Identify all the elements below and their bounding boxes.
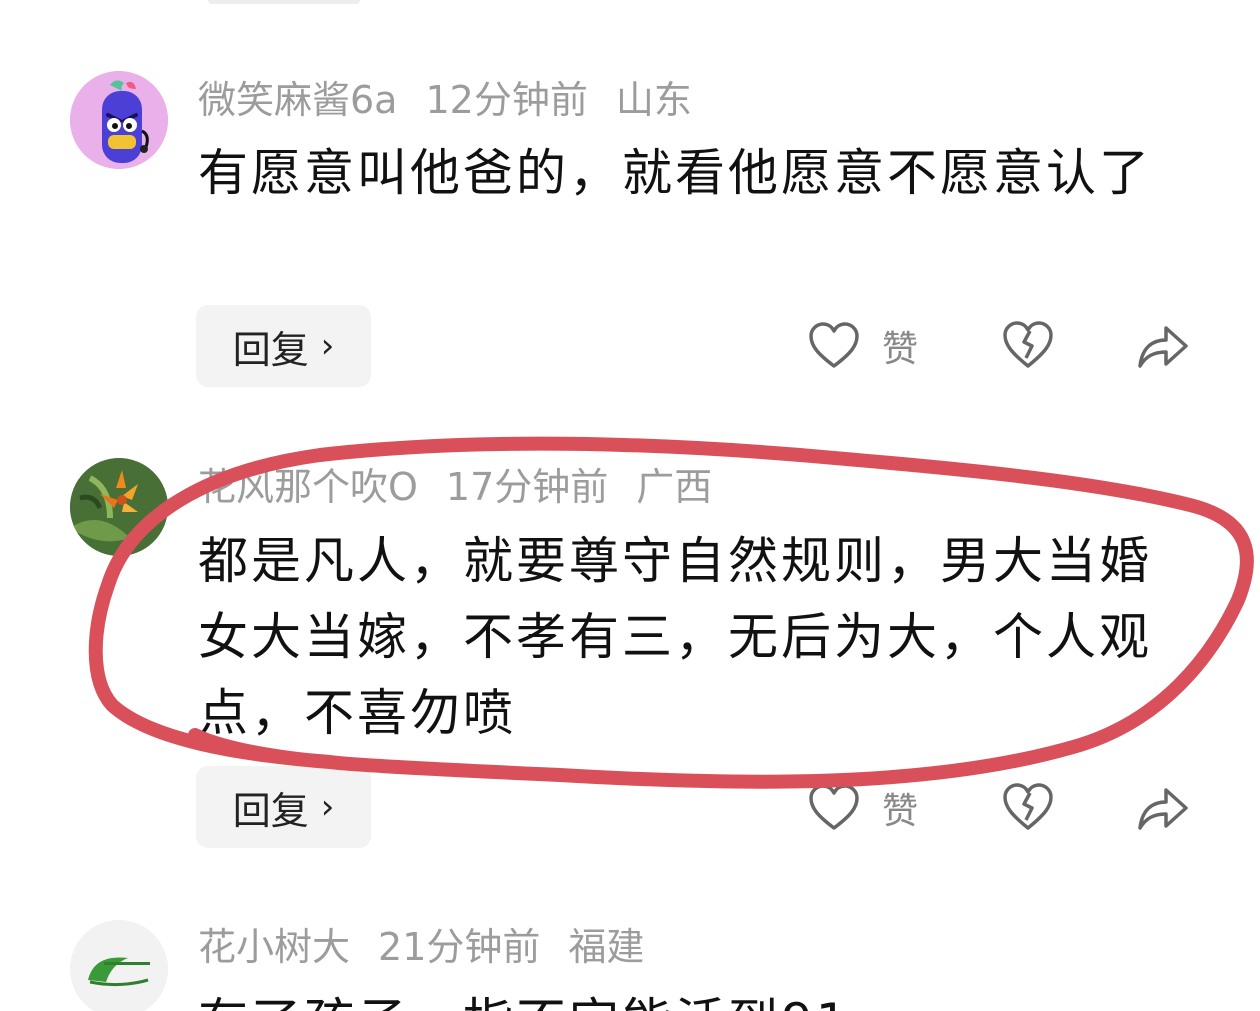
comment-feed: 微笑麻酱6a 12分钟前 山东 有愿意叫他爸的，就看他愿意不愿意认了 回复 › 赞 [0,0,1260,1011]
share-button[interactable] [1136,322,1190,370]
share-arrow-icon [1138,788,1188,830]
comment-text: 有了孩子，指不定能活到91 [198,984,1178,1011]
comment-meta: 花小树大 21分钟前 福建 [198,922,672,972]
heart-icon [809,784,859,830]
user-avatar[interactable] [70,458,168,556]
location: 山东 [615,78,692,122]
chevron-right-icon: › [320,326,335,366]
reply-label: 回复 [232,327,309,372]
share-button[interactable] [1136,784,1190,832]
comment-text: 有愿意叫他爸的，就看他愿意不愿意认了 [198,144,1152,202]
username[interactable]: 花小树大 [198,925,350,969]
heart-icon [809,322,859,368]
dislike-button[interactable] [1002,320,1054,370]
timestamp: 17分钟前 [445,465,609,509]
previous-item-stub [208,0,360,4]
comment-meta: 微笑麻酱6a 12分钟前 山东 [198,75,720,125]
like-button[interactable]: 赞 [808,782,918,834]
cartoon-avatar-icon [70,71,168,169]
broken-heart-icon [1003,783,1053,830]
chevron-right-icon: › [320,787,335,827]
leaf-logo-icon [70,920,168,1011]
flower-photo-icon [70,458,168,556]
user-avatar[interactable] [70,71,168,169]
like-label: 赞 [882,791,919,832]
like-label: 赞 [882,329,919,370]
location: 福建 [568,925,645,969]
comment-text: 都是凡人，就要尊守自然规则，男大当婚女大当嫁，不孝有三，无后为大，个人观点，不喜… [198,532,1152,742]
username[interactable]: 微笑麻酱6a [198,78,397,122]
comment-meta: 花风那个吹O 17分钟前 广西 [198,462,740,512]
reply-label: 回复 [232,788,309,833]
user-avatar[interactable] [70,920,168,1011]
reply-button[interactable]: 回复 › [196,766,371,848]
like-button[interactable]: 赞 [808,320,918,372]
location: 广西 [636,465,713,509]
username[interactable]: 花风那个吹O [198,465,418,509]
dislike-button[interactable] [1002,782,1054,832]
timestamp: 21分钟前 [378,925,541,969]
broken-heart-icon [1003,321,1053,368]
timestamp: 12分钟前 [425,78,588,122]
reply-button[interactable]: 回复 › [196,305,371,387]
share-arrow-icon [1138,326,1188,368]
